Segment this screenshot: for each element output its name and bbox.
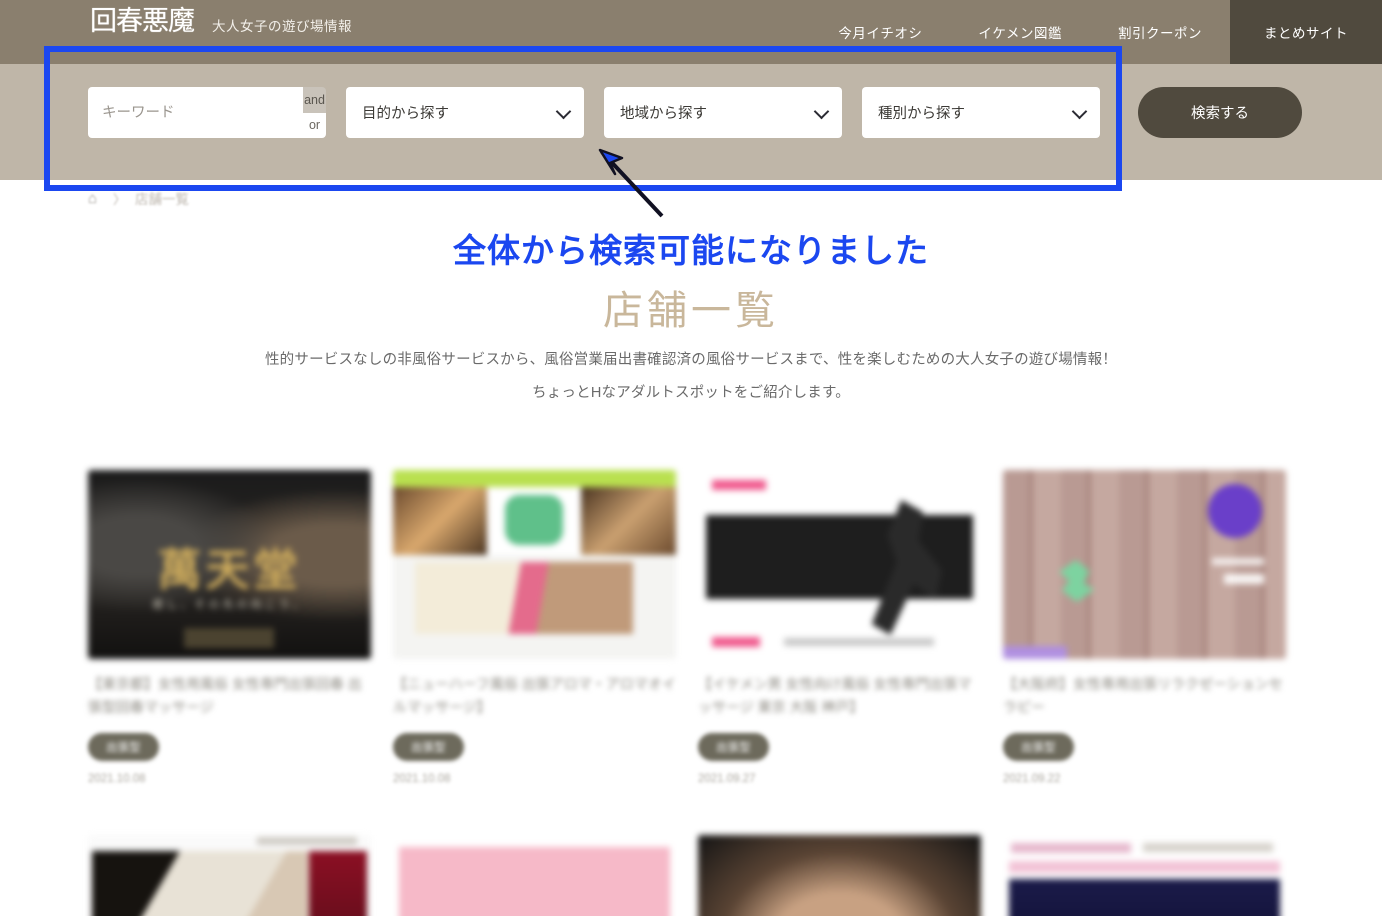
thumbnail-tile <box>309 851 367 916</box>
search-input[interactable] <box>88 87 303 138</box>
site-tagline: 大人女子の遊び場情報 <box>212 18 352 34</box>
annotation-text: 全体から検索可能になりました <box>453 231 929 270</box>
shop-badge: 出張型 <box>698 733 769 762</box>
shop-thumbnail <box>698 835 981 916</box>
nav-item-matome[interactable]: まとめサイト <box>1230 0 1382 64</box>
and-or-toggle: and or <box>303 87 326 138</box>
breadcrumb-separator: 〉 <box>113 191 127 207</box>
nav-item-ikemen[interactable]: イケメン図鑑 <box>950 0 1090 64</box>
purpose-select[interactable]: 目的から探す <box>346 87 584 138</box>
thumbnail-line <box>257 837 357 846</box>
shop-card[interactable] <box>1003 835 1286 916</box>
thumbnail-band <box>393 470 676 487</box>
shop-badge: 出張型 <box>1003 733 1074 762</box>
shop-card[interactable]: 【イケメン男 女性向け風俗 女性専門出張マッサージ 東京 大阪 神戸】 出張型 … <box>698 470 981 785</box>
page-root: 回春悪魔 大人女子の遊び場情報 今月イチオシ イケメン図鑑 割引クーポン まとめ… <box>0 0 1382 916</box>
search-submit-button[interactable]: 検索する <box>1138 87 1302 138</box>
shop-thumbnail <box>88 835 371 916</box>
shop-card[interactable]: 【大阪府】女性専用出張リラクゼーションセラピー 出張型 2021.09.22 <box>1003 470 1286 785</box>
breadcrumb: ⌂ 〉 店舗一覧 <box>88 188 189 208</box>
thumbnail-band <box>399 847 670 916</box>
area-select[interactable]: 地域から探す <box>604 87 842 138</box>
type-select-label: 種別から探す <box>878 106 965 122</box>
shop-thumbnail <box>1003 470 1286 659</box>
shop-card[interactable]: 萬天堂 癒し、その先の向こう、 【東京都】女性用風俗 女性専門出張回春 出張型回… <box>88 470 371 785</box>
shop-date: 2021.09.22 <box>1003 773 1061 786</box>
thumbnail-leaf-shape <box>1059 560 1095 602</box>
nav-item-osusume[interactable]: 今月イチオシ <box>810 0 950 64</box>
thumbnail-subtext: 癒し、その先の向こう、 <box>152 599 307 611</box>
thumbnail-line <box>1224 574 1264 584</box>
thumbnail-circle <box>1208 484 1262 538</box>
nav-item-coupon[interactable]: 割引クーポン <box>1090 0 1230 64</box>
thumbnail-accent <box>1003 646 1067 659</box>
shop-date: 2021.10.08 <box>88 773 146 786</box>
site-logo[interactable]: 回春悪魔 大人女子の遊び場情報 <box>90 8 352 35</box>
thumbnail-band <box>1009 879 1280 916</box>
shop-thumbnail <box>1003 835 1286 916</box>
thumbnail-line <box>1011 843 1131 854</box>
and-option[interactable]: and <box>303 87 326 113</box>
thumbnail-band <box>1009 861 1280 874</box>
thumbnail-headline: 萬天堂 <box>157 546 302 595</box>
type-select[interactable]: 種別から探す <box>862 87 1100 138</box>
shop-title: 【大阪府】女性専用出張リラクゼーションセラピー <box>1003 676 1283 716</box>
shop-badge: 出張型 <box>88 733 159 762</box>
logo-text: 回春悪魔 <box>90 6 195 37</box>
shop-date: 2021.09.27 <box>698 773 756 786</box>
thumbnail-accent <box>712 637 760 647</box>
arrow-up-left-icon <box>598 148 664 218</box>
thumbnail-tile <box>415 562 633 634</box>
thumbnail-line <box>1212 558 1264 565</box>
thumbnail-line <box>784 638 934 646</box>
shop-title: 【ニューハーフ風俗 出張アロマ・アロマオイルマッサージ】 <box>393 676 676 716</box>
search-controls: and or 目的から探す 地域から探す 種別から探す 検索する <box>88 87 1302 138</box>
chevron-down-icon <box>555 103 572 119</box>
shop-title: 【イケメン男 女性向け風俗 女性専門出張マッサージ 東京 大阪 神戸】 <box>698 676 972 716</box>
thumbnail-figure <box>698 835 981 916</box>
home-icon[interactable]: ⌂ <box>88 191 104 206</box>
page-lead-line2: ちょっとHなアダルトスポットをご紹介します。 <box>532 385 850 401</box>
search-bar: and or 目的から探す 地域から探す 種別から探す 検索する <box>0 64 1382 180</box>
shop-thumbnail: 萬天堂 癒し、その先の向こう、 <box>88 470 371 659</box>
shop-card[interactable] <box>88 835 371 916</box>
shop-card[interactable] <box>393 835 676 916</box>
shop-badge: 出張型 <box>393 733 464 762</box>
thumbnail-accent <box>712 480 766 490</box>
site-header: 回春悪魔 大人女子の遊び場情報 今月イチオシ イケメン図鑑 割引クーポン まとめ… <box>0 0 1382 64</box>
chevron-down-icon <box>1071 103 1088 119</box>
thumbnail-tile <box>92 851 308 916</box>
shop-thumbnail <box>393 470 676 659</box>
shop-card[interactable] <box>698 835 981 916</box>
thumbnail-tile <box>581 487 676 555</box>
page-title: 店舗一覧 <box>603 288 779 333</box>
area-select-label: 地域から探す <box>620 106 707 122</box>
chevron-down-icon <box>813 103 830 119</box>
purpose-select-label: 目的から探す <box>362 106 449 122</box>
or-option[interactable]: or <box>303 112 326 138</box>
page-lead-line1: 性的サービスなしの非風俗サービスから、風俗営業届出書確認済の風俗サービスまで、性… <box>264 352 1117 368</box>
breadcrumb-current: 店舗一覧 <box>135 192 190 207</box>
thumbnail-logo-shape <box>505 495 563 545</box>
thumbnail-line <box>1143 843 1273 853</box>
thumbnail-button-shape <box>184 628 274 648</box>
main-navigation: 今月イチオシ イケメン図鑑 割引クーポン まとめサイト <box>810 0 1382 64</box>
thumbnail-tile <box>487 487 581 555</box>
shop-title: 【東京都】女性用風俗 女性専門出張回春 出張型回春マッサージ <box>88 676 362 716</box>
shop-date: 2021.10.08 <box>393 773 451 786</box>
shop-card[interactable]: 【ニューハーフ風俗 出張アロマ・アロマオイルマッサージ】 出張型 2021.10… <box>393 470 676 785</box>
shop-thumbnail <box>393 835 676 916</box>
shop-card-grid: 萬天堂 癒し、その先の向こう、 【東京都】女性用風俗 女性専門出張回春 出張型回… <box>88 470 1294 916</box>
keyword-group: and or <box>88 87 326 138</box>
thumbnail-tile <box>393 487 487 555</box>
shop-thumbnail <box>698 470 981 659</box>
